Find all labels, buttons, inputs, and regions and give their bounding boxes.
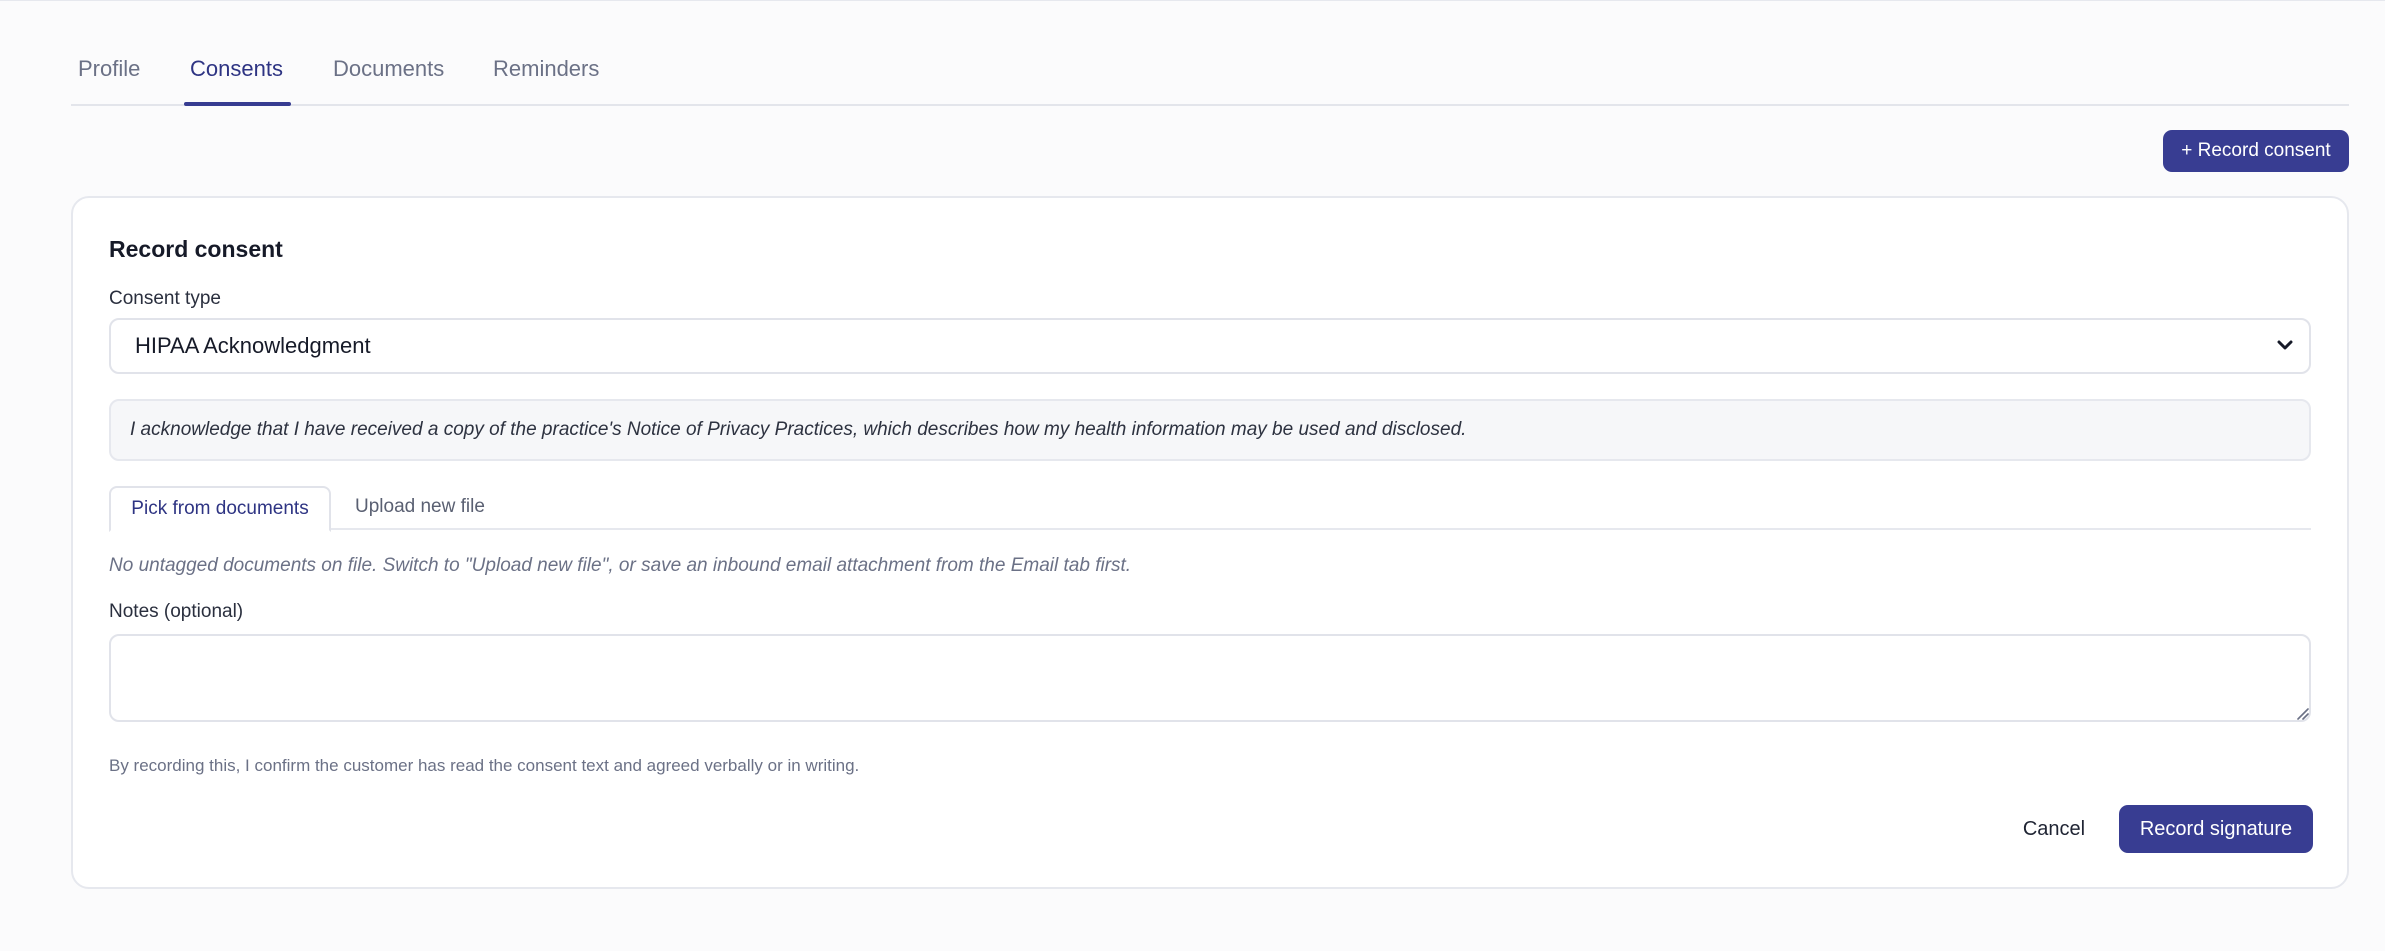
record-consent-button[interactable]: + Record consent <box>2163 130 2349 172</box>
consent-type-select[interactable]: HIPAA Acknowledgment <box>109 318 2311 374</box>
empty-documents-note: No untagged documents on file. Switch to… <box>109 555 1132 576</box>
resize-handle-icon[interactable] <box>2295 706 2309 720</box>
tab-bar: Profile Consents Documents Reminders <box>71 0 2349 106</box>
consent-type-value: HIPAA Acknowledgment <box>135 333 371 358</box>
tab-documents[interactable]: Documents <box>333 56 444 82</box>
consent-text-box: I acknowledge that I have received a cop… <box>109 399 2311 461</box>
record-consent-card: Record consent Consent type HIPAA Acknow… <box>71 196 2349 889</box>
tab-consents[interactable]: Consents <box>190 56 283 82</box>
active-tab-indicator <box>184 102 291 106</box>
record-signature-button[interactable]: Record signature <box>2119 805 2313 853</box>
card-title: Record consent <box>109 236 283 262</box>
tab-upload-new-file[interactable]: Upload new file <box>355 486 485 530</box>
chevron-down-icon <box>2277 340 2293 350</box>
document-source-tabs: Pick from documents Upload new file <box>109 486 2311 532</box>
tab-reminders[interactable]: Reminders <box>493 56 599 82</box>
notes-textarea[interactable] <box>109 634 2311 722</box>
cancel-button[interactable]: Cancel <box>2009 805 2099 853</box>
consent-type-label: Consent type <box>109 288 221 309</box>
tab-profile[interactable]: Profile <box>78 56 140 82</box>
tab-pick-from-documents[interactable]: Pick from documents <box>109 486 331 532</box>
notes-label: Notes (optional) <box>109 601 244 622</box>
consent-disclaimer: By recording this, I confirm the custome… <box>109 756 860 775</box>
